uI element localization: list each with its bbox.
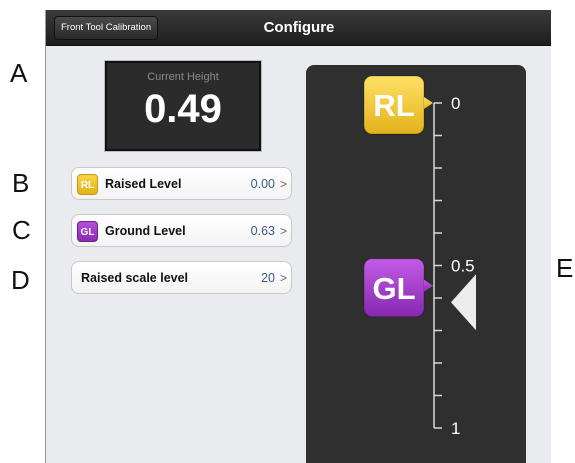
raised-level-badge: RL	[77, 174, 98, 195]
level-scale: 00.51 RL GL	[363, 75, 476, 438]
level-scale-panel: 0 0.5 1 RL GL	[306, 65, 526, 463]
scale-tick-labels: 00.51	[451, 94, 475, 438]
raised-level-value: 0.00	[250, 177, 275, 191]
raised-level-row[interactable]: RL Raised Level 0.00 >	[71, 167, 292, 200]
callout-d: D	[11, 265, 30, 295]
gl-marker[interactable]: GL	[363, 258, 433, 318]
chevron-right-icon: >	[279, 177, 287, 191]
ground-level-row[interactable]: GL Ground Level 0.63 >	[71, 214, 292, 247]
current-height-value: 0.49	[144, 87, 222, 131]
ground-level-badge: GL	[77, 221, 98, 242]
raised-scale-level-value: 20	[261, 271, 275, 285]
scale-tick-label: 1	[451, 419, 460, 438]
current-height-caption: Current Height	[147, 71, 219, 83]
callout-b: B	[12, 168, 30, 198]
rl-marker[interactable]: RL	[363, 75, 433, 135]
callout-a: A	[10, 58, 28, 88]
marker-pointer	[424, 97, 433, 109]
ground-level-label: Ground Level	[105, 224, 186, 238]
ground-level-value: 0.63	[250, 224, 275, 238]
front-tool-calibration-button[interactable]: Front Tool Calibration	[54, 16, 159, 40]
navigation-bar: Front Tool Calibration Configure	[46, 10, 551, 46]
raised-scale-level-label: Raised scale level	[81, 271, 189, 285]
configure-screen: Front Tool Calibration Configure Current…	[45, 10, 551, 463]
scale-ticks	[434, 102, 442, 429]
scale-tick-label: 0.5	[451, 257, 475, 276]
current-height-display: Current Height 0.49	[105, 61, 261, 151]
marker-label: GL	[372, 271, 415, 306]
raised-scale-level-row[interactable]: Raised scale level 20 >	[71, 261, 292, 294]
scale-tick-label: 0	[451, 94, 460, 113]
chevron-right-icon: >	[279, 224, 287, 238]
callout-e: E	[556, 253, 574, 283]
raised-level-label: Raised Level	[105, 177, 182, 191]
current-height-pointer-icon	[451, 274, 476, 331]
marker-pointer	[424, 279, 433, 292]
callout-c: C	[12, 215, 31, 245]
chevron-right-icon: >	[279, 271, 287, 285]
marker-label: RL	[373, 88, 414, 123]
